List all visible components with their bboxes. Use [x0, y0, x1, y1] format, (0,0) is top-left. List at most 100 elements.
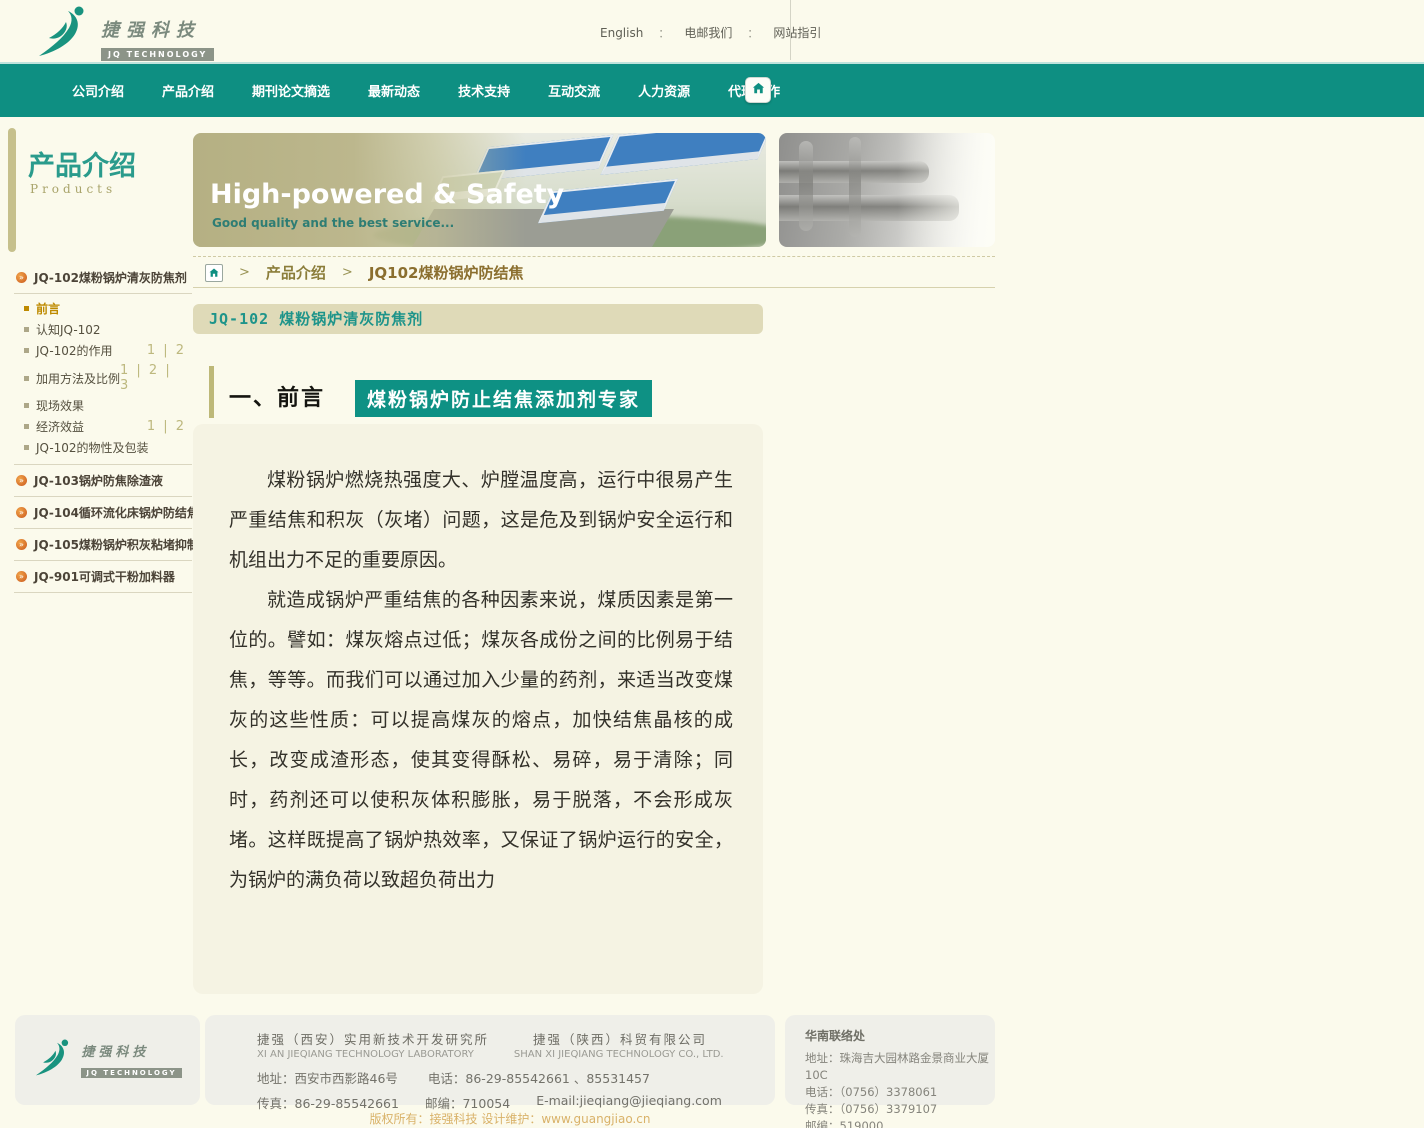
expert-badge: 煤粉锅炉防止结焦添加剂专家 — [355, 380, 652, 417]
logo-text-cn: 捷强科技 — [101, 16, 214, 42]
submenu-label: JQ-102的物性及包装 — [36, 439, 149, 456]
submenu-label: 认知JQ-102 — [36, 321, 101, 338]
company1-name-en: XI AN JIEQIANG TECHNOLOGY LABORATORY — [257, 1049, 474, 1060]
south-office-title: 华南联络处 — [805, 1027, 995, 1044]
square-bullet-icon — [24, 348, 29, 353]
copyright: 版权所有：接强科技 设计维护：www.guangjiao.cn — [60, 1110, 960, 1127]
page-links[interactable]: 1 | 2 | 3 — [120, 363, 192, 393]
square-bullet-icon — [24, 424, 29, 429]
square-bullet-icon — [24, 403, 29, 408]
arrow-bullet-icon: » — [16, 475, 27, 486]
submenu-item-usage[interactable]: 加用方法及比例 1 | 2 | 3 — [24, 361, 192, 395]
sidebar-item-label: JQ-103锅炉防焦除渣液 — [34, 472, 163, 489]
home-icon — [208, 267, 220, 279]
breadcrumb-section-link[interactable]: 产品介绍 — [266, 262, 326, 283]
footer-logo-text-en: JQ TECHNOLOGY — [81, 1068, 181, 1078]
sidebar-submenu: 前言 认知JQ-102 JQ-102的作用 1 | 2 加用方法及比例 1 | … — [14, 294, 192, 465]
main-nav: 公司介绍 产品介绍 期刊论文摘选 最新动态 技术支持 互动交流 人力资源 代理合… — [0, 62, 1424, 117]
nav-item-support[interactable]: 技术支持 — [458, 81, 510, 100]
company2-name: 捷强（陕西）科贸有限公司 — [533, 1029, 707, 1048]
submenu-item-packing[interactable]: JQ-102的物性及包装 — [24, 437, 192, 458]
designer-link[interactable]: www.guangjiao.cn — [541, 1112, 650, 1126]
banner-factory-image: High-powered & Safety Good quality and t… — [193, 133, 766, 247]
home-button[interactable] — [745, 77, 771, 103]
link-separator: ： — [658, 25, 669, 41]
page: 捷强科技 JQ TECHNOLOGY English ： 电邮我们 ： 网站指引… — [0, 0, 1424, 1128]
nav-item-news[interactable]: 最新动态 — [368, 81, 420, 100]
header-divider — [790, 0, 791, 60]
home-icon — [751, 81, 766, 100]
copyright-text: 版权所有：接强科技 设计维护： — [370, 1112, 542, 1126]
sidebar-accent-bar — [8, 128, 16, 252]
submenu-label: 前言 — [36, 300, 60, 317]
link-separator: ： — [747, 25, 758, 41]
banner-subtitle: Good quality and the best service... — [212, 216, 454, 230]
sidebar-item-jq103[interactable]: » JQ-103锅炉防焦除渣液 — [14, 465, 192, 497]
submenu-label: JQ-102的作用 — [36, 342, 113, 359]
sidebar-subtitle: Products — [30, 182, 116, 196]
footer-south-office-box: 华南联络处 地址：珠海吉大园林路金景商业大厦10C 电话：（0756）33780… — [785, 1015, 995, 1105]
sidebar-menu: » JQ-102煤粉锅炉清灰防焦剂 前言 认知JQ-102 JQ-102的作用 … — [14, 262, 192, 593]
sidebar-item-label: JQ-102煤粉锅炉清灰防焦剂 — [34, 269, 187, 286]
south-office-phone: 电话：（0756）3378061 — [805, 1084, 995, 1101]
banner-separator — [193, 256, 995, 257]
link-site-guide[interactable]: 网站指引 — [773, 24, 821, 41]
sidebar-item-label: JQ-104循环流化床锅炉防结焦剂 — [34, 504, 211, 521]
nav-items: 公司介绍 产品介绍 期刊论文摘选 最新动态 技术支持 互动交流 人力资源 代理合… — [72, 64, 780, 117]
company1-name: 捷强（西安）实用新技术开发研究所 — [257, 1029, 489, 1048]
nav-item-company[interactable]: 公司介绍 — [72, 81, 124, 100]
paragraph-1: 煤粉锅炉燃烧热强度大、炉膛温度高，运行中很易产生严重结焦和积灰（灰堵）问题，这是… — [229, 460, 733, 580]
breadcrumb: > 产品介绍 > JQ102煤粉锅炉防结焦 — [193, 258, 995, 288]
submenu-item-economic[interactable]: 经济效益 1 | 2 — [24, 416, 192, 437]
nav-item-hr[interactable]: 人力资源 — [638, 81, 690, 100]
sidebar-item-label: JQ-901可调式干粉加料器 — [34, 568, 175, 585]
page-links[interactable]: 1 | 2 — [147, 343, 192, 358]
sidebar-item-jq104[interactable]: » JQ-104循环流化床锅炉防结焦剂 — [14, 497, 192, 529]
header-links: English ： 电邮我们 ： 网站指引 — [600, 24, 821, 41]
link-english[interactable]: English — [600, 26, 643, 40]
nav-item-interact[interactable]: 互动交流 — [548, 81, 600, 100]
footer-logo-box: 捷强科技 JQ TECHNOLOGY — [15, 1015, 200, 1105]
footer-address: 地址：西安市西影路46号 — [257, 1068, 398, 1087]
link-email-us[interactable]: 电邮我们 — [684, 24, 732, 41]
page-links[interactable]: 1 | 2 — [147, 419, 192, 434]
breadcrumb-home-button[interactable] — [205, 264, 223, 282]
square-bullet-icon — [24, 306, 29, 311]
paragraph-2: 就造成锅炉严重结焦的各种因素来说，煤质因素是第一位的。譬如：煤灰熔点过低；煤灰各… — [229, 580, 733, 900]
footer-logo-text-cn: 捷强科技 — [81, 1041, 181, 1060]
arrow-bullet-icon: » — [16, 539, 27, 550]
sidebar-item-jq102[interactable]: » JQ-102煤粉锅炉清灰防焦剂 — [14, 262, 192, 294]
content-panel: 煤粉锅炉燃烧热强度大、炉膛温度高，运行中很易产生严重结焦和积灰（灰堵）问题，这是… — [193, 424, 763, 994]
nav-item-products[interactable]: 产品介绍 — [162, 81, 214, 100]
submenu-item-function[interactable]: JQ-102的作用 1 | 2 — [24, 340, 192, 361]
submenu-item-about[interactable]: 认知JQ-102 — [24, 319, 192, 340]
submenu-item-field-effect[interactable]: 现场效果 — [24, 395, 192, 416]
logo-text-en: JQ TECHNOLOGY — [101, 48, 214, 61]
footer-phone: 电话：86-29-85542661 、85531457 — [428, 1068, 650, 1087]
sidebar-item-jq105[interactable]: » JQ-105煤粉锅炉积灰粘堵抑制剂 — [14, 529, 192, 561]
sidebar-title: 产品介绍 — [28, 144, 136, 183]
submenu-item-foreword[interactable]: 前言 — [24, 298, 192, 319]
submenu-label: 现场效果 — [36, 397, 84, 414]
section-accent-bar — [209, 366, 214, 418]
south-office-address: 地址：珠海吉大园林路金景商业大厦10C — [805, 1050, 995, 1084]
breadcrumb-separator: > — [342, 265, 353, 280]
product-title-bar: JQ-102 煤粉锅炉清灰防焦剂 — [193, 304, 763, 334]
section-title: 一、前言 — [229, 380, 325, 412]
nav-item-journal[interactable]: 期刊论文摘选 — [252, 81, 330, 100]
logo-swoosh-icon — [33, 1037, 75, 1083]
logo-swoosh-icon — [35, 4, 93, 60]
footer-company-box: 捷强（西安）实用新技术开发研究所 捷强（陕西）科贸有限公司 XI AN JIEQ… — [205, 1015, 775, 1105]
breadcrumb-separator: > — [239, 265, 250, 280]
site-logo[interactable]: 捷强科技 JQ TECHNOLOGY — [35, 4, 214, 61]
sidebar-item-jq901[interactable]: » JQ-901可调式干粉加料器 — [14, 561, 192, 593]
banner-industrial-image — [779, 133, 995, 247]
banner-title: High-powered & Safety — [210, 179, 564, 210]
breadcrumb-current: JQ102煤粉锅炉防结焦 — [369, 262, 524, 283]
arrow-bullet-icon: » — [16, 507, 27, 518]
submenu-label: 经济效益 — [36, 418, 84, 435]
square-bullet-icon — [24, 445, 29, 450]
square-bullet-icon — [24, 376, 29, 381]
square-bullet-icon — [24, 327, 29, 332]
sidebar-item-label: JQ-105煤粉锅炉积灰粘堵抑制剂 — [34, 536, 211, 553]
